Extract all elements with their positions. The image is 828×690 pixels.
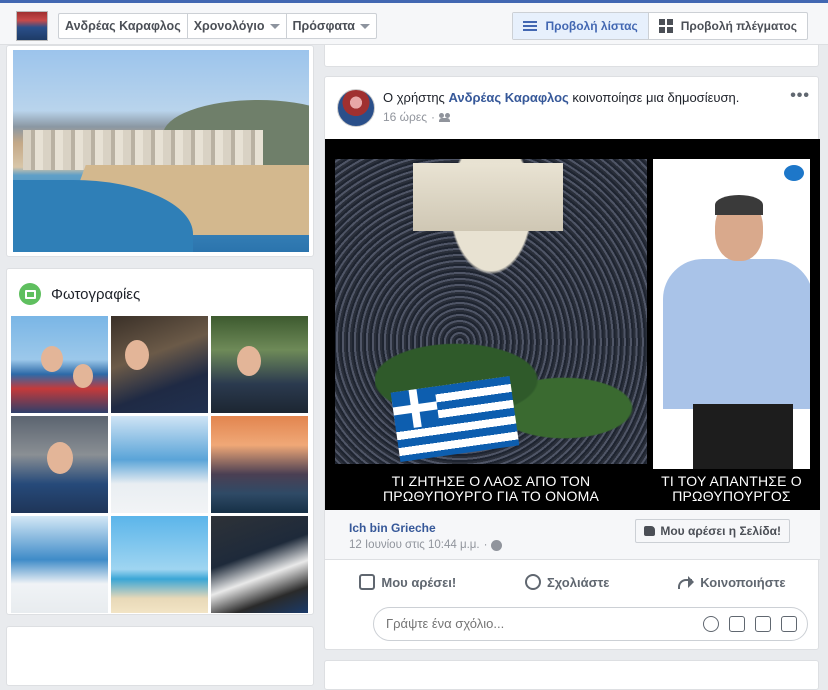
emoji-icon[interactable] bbox=[703, 616, 719, 632]
thumbs-up-icon bbox=[359, 574, 376, 590]
image-crowd-panel bbox=[335, 159, 647, 464]
post-time[interactable]: 16 ώρες bbox=[383, 110, 427, 124]
author-avatar[interactable] bbox=[337, 89, 375, 127]
post-meta: 16 ώρες · bbox=[383, 110, 451, 124]
chevron-down-icon bbox=[269, 23, 280, 29]
friends-audience-icon[interactable] bbox=[439, 113, 451, 122]
comment-tools bbox=[703, 616, 797, 632]
source-date[interactable]: 12 Ιουνίου στις 10:44 μ.μ. bbox=[349, 539, 480, 551]
more-options-icon[interactable]: ••• bbox=[790, 87, 810, 105]
photo-thumbnail[interactable] bbox=[211, 516, 308, 613]
gif-icon[interactable] bbox=[755, 616, 771, 632]
photo-thumbnail[interactable] bbox=[11, 516, 108, 613]
share-button[interactable]: Κοινοποιήστε bbox=[678, 574, 786, 590]
grid-icon bbox=[658, 19, 673, 33]
shared-image[interactable]: ΤΙ ΖΗΤΗΣΕ Ο ΛΑΟΣ ΑΠΟ ΤΟΝ ΠΡΩΘΥΠΟΥΡΓΟ ΓΙΑ… bbox=[325, 139, 820, 510]
share-icon bbox=[678, 574, 695, 590]
featured-photo-card bbox=[6, 45, 314, 257]
featured-photo[interactable] bbox=[13, 50, 309, 252]
photos-grid bbox=[11, 316, 311, 613]
photo-thumbnail[interactable] bbox=[11, 416, 108, 513]
source-meta: 12 Ιουνίου στις 10:44 μ.μ. · bbox=[349, 539, 503, 551]
nav-timeline[interactable]: Χρονολόγιο bbox=[188, 14, 287, 38]
camera-icon[interactable] bbox=[729, 616, 745, 632]
photo-thumbnail[interactable] bbox=[111, 316, 208, 413]
photo-thumbnail[interactable] bbox=[11, 316, 108, 413]
timeline-navbar: Ανδρέας Καραφλος Χρονολόγιο Πρόσφατα Προ… bbox=[0, 3, 828, 45]
image-person-panel bbox=[653, 159, 810, 469]
photo-icon bbox=[19, 283, 41, 305]
image-caption-right: ΤΙ ΤΟΥ ΑΠΑΝΤΗΣΕ Ο ΠΡΩΘΥΠΟΥΡΓΟΣ bbox=[661, 473, 802, 504]
source-page-link[interactable]: Ich bin Grieche bbox=[349, 521, 436, 535]
view-switcher: Προβολή λίστας Προβολή πλέγματος bbox=[512, 12, 808, 40]
channel-logo bbox=[784, 165, 804, 181]
previous-post-stub bbox=[324, 45, 819, 67]
image-caption-left: ΤΙ ΖΗΤΗΣΕ Ο ΛΑΟΣ ΑΠΟ ΤΟΝ ΠΡΩΘΥΠΟΥΡΓΟ ΓΙΑ… bbox=[383, 473, 599, 504]
chevron-down-icon bbox=[360, 23, 370, 29]
comment-input[interactable] bbox=[386, 616, 686, 631]
like-page-button[interactable]: Μου αρέσει η Σελίδα! bbox=[635, 519, 790, 543]
sticker-icon[interactable] bbox=[781, 616, 797, 632]
shared-source-box: Ich bin Grieche 12 Ιουνίου στις 10:44 μ.… bbox=[325, 510, 820, 560]
nav-profile-name[interactable]: Ανδρέας Καραφλος bbox=[59, 14, 188, 38]
next-post-stub bbox=[324, 660, 819, 690]
profile-avatar-small[interactable] bbox=[16, 11, 48, 41]
author-link[interactable]: Ανδρέας Καραφλος bbox=[448, 90, 568, 105]
comment-icon bbox=[524, 574, 541, 590]
post-header: Ο χρήστης Ανδρέας Καραφλος κοινοποίησε μ… bbox=[383, 90, 740, 105]
feed-post: Ο χρήστης Ανδρέας Καραφλος κοινοποίησε μ… bbox=[324, 76, 820, 650]
comment-button[interactable]: Σχολιάστε bbox=[524, 574, 609, 590]
list-icon bbox=[523, 21, 538, 31]
photo-thumbnail[interactable] bbox=[211, 416, 308, 513]
photos-card: Φωτογραφίες bbox=[6, 268, 314, 615]
timeline-nav: Ανδρέας Καραφλος Χρονολόγιο Πρόσφατα bbox=[58, 13, 377, 39]
sidebar-card bbox=[6, 626, 314, 686]
photos-heading[interactable]: Φωτογραφίες bbox=[19, 283, 140, 305]
like-button[interactable]: Μου αρέσει! bbox=[359, 574, 456, 590]
post-actions: Μου αρέσει! Σχολιάστε Κοινοποιήστε bbox=[325, 567, 820, 597]
photo-thumbnail[interactable] bbox=[111, 516, 208, 613]
thumbs-up-icon bbox=[644, 526, 656, 536]
globe-icon bbox=[491, 539, 503, 551]
photo-thumbnail[interactable] bbox=[111, 416, 208, 513]
grid-view-button[interactable]: Προβολή πλέγματος bbox=[649, 13, 807, 39]
photo-thumbnail[interactable] bbox=[211, 316, 308, 413]
nav-recent[interactable]: Πρόσφατα bbox=[287, 14, 377, 38]
list-view-button[interactable]: Προβολή λίστας bbox=[513, 13, 649, 39]
comment-box bbox=[373, 607, 808, 641]
